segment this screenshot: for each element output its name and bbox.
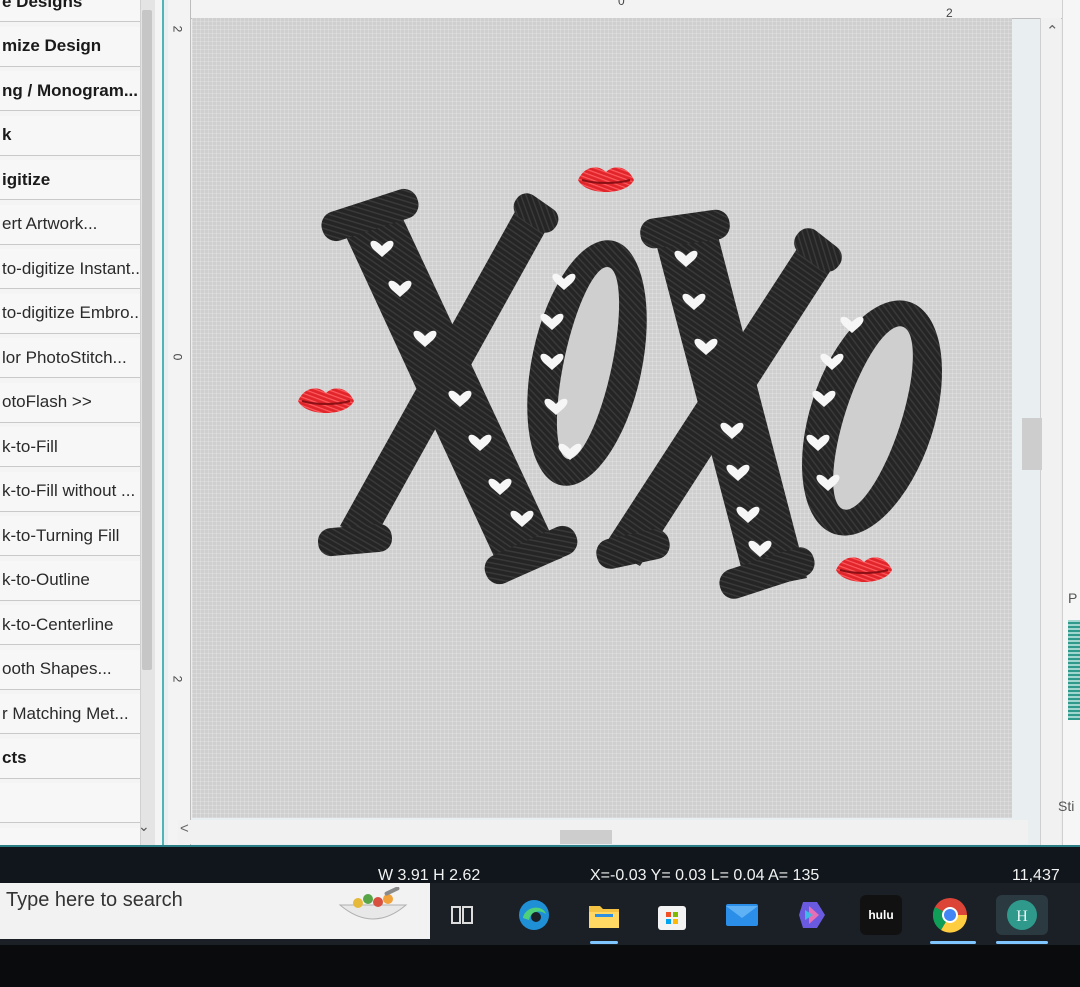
hatch-embroidery-icon[interactable]: H bbox=[996, 895, 1048, 935]
ruler-label-0-left: 0 bbox=[170, 353, 185, 361]
file-explorer-icon[interactable] bbox=[584, 895, 624, 935]
sidebar-command-item[interactable]: mize Design bbox=[0, 26, 150, 67]
status-bar: W 3.91 H 2.62 X=-0.03 Y= 0.03 L= 0.04 A=… bbox=[0, 845, 1080, 885]
embroidery-app-window: e Designs mize Design ng / Monogram... k igi… bbox=[0, 0, 1080, 845]
canvas-vertical-scrollbar[interactable] bbox=[1040, 18, 1061, 845]
sidebar-command-item[interactable]: to-digitize Embro... bbox=[0, 293, 150, 334]
lips-motif-top bbox=[577, 166, 635, 193]
hulu-label: hulu bbox=[868, 908, 894, 922]
sidebar-command-item[interactable]: k bbox=[0, 115, 150, 156]
ruler-label-0: 0 bbox=[618, 0, 625, 8]
sidebar-command-item[interactable]: k-to-Fill without ... bbox=[0, 471, 150, 512]
microsoft-store-icon[interactable] bbox=[652, 895, 692, 935]
running-app-indicator-hatch bbox=[996, 941, 1048, 944]
sidebar-command-item[interactable]: e Designs bbox=[0, 0, 150, 22]
sidebar-scroll-thumb[interactable] bbox=[142, 10, 152, 670]
hulu-app-icon[interactable]: hulu bbox=[860, 895, 902, 935]
taskbar-search-box[interactable]: Type here to search bbox=[0, 883, 430, 939]
design-canvas[interactable] bbox=[192, 18, 1012, 818]
sidebar-command-item[interactable]: k-to-Outline bbox=[0, 560, 150, 601]
sidebar-command-item[interactable]: cts bbox=[0, 738, 150, 779]
sidebar-command-item[interactable]: r Matching Met... bbox=[0, 694, 150, 734]
sidebar-command-item[interactable]: k-to-Fill bbox=[0, 427, 150, 467]
sidebar-command-item[interactable]: k-to-Centerline bbox=[0, 605, 150, 645]
sidebar-command-item[interactable] bbox=[0, 827, 150, 845]
letter-o-1 bbox=[527, 240, 647, 486]
ruler-label-2-top: 2 bbox=[170, 25, 185, 33]
svg-text:H: H bbox=[1016, 908, 1028, 925]
thread-color-swatch[interactable] bbox=[1068, 620, 1080, 720]
chrome-browser-icon[interactable] bbox=[930, 895, 970, 935]
edge-browser-icon[interactable] bbox=[514, 895, 554, 935]
canvas-horizontal-scroll-thumb[interactable] bbox=[560, 830, 612, 844]
lips-motif-left bbox=[297, 387, 355, 414]
right-panel-label-top: P bbox=[1068, 590, 1078, 606]
running-app-indicator-chrome bbox=[930, 941, 976, 944]
search-placeholder: Type here to search bbox=[6, 889, 183, 911]
horizontal-ruler: 0 2 bbox=[190, 0, 1080, 20]
sidebar-command-item[interactable]: ooth Shapes... bbox=[0, 649, 150, 690]
sidebar-command-item[interactable]: igitize bbox=[0, 160, 150, 200]
copilot-icon[interactable] bbox=[792, 895, 832, 935]
active-app-indicator bbox=[590, 941, 618, 944]
sidebar-command-item[interactable]: otoFlash >> bbox=[0, 382, 150, 423]
scroll-up-icon[interactable]: ⌃ bbox=[1046, 22, 1059, 40]
sidebar-command-item[interactable]: k-to-Turning Fill bbox=[0, 516, 150, 556]
chevron-down-icon[interactable]: ⌄ bbox=[138, 818, 150, 835]
sidebar-command-item[interactable]: to-digitize Instant... bbox=[0, 249, 150, 289]
sidebar-command-item[interactable]: ng / Monogram... bbox=[0, 71, 150, 111]
lips-motif-bottom bbox=[835, 556, 893, 583]
monitor-bezel bbox=[0, 945, 1080, 987]
scroll-left-icon[interactable]: < bbox=[180, 820, 189, 837]
sidebar-command-item[interactable] bbox=[0, 783, 150, 823]
canvas-vertical-scroll-thumb[interactable] bbox=[1022, 418, 1042, 470]
sidebar-command-item[interactable]: lor PhotoStitch... bbox=[0, 338, 150, 378]
letter-o-2 bbox=[802, 300, 942, 536]
ruler-label-2-bottom: 2 bbox=[170, 675, 185, 683]
search-highlight-bowl-icon bbox=[338, 887, 408, 920]
task-view-icon[interactable] bbox=[442, 895, 482, 935]
xoxo-embroidery-design[interactable] bbox=[192, 18, 1012, 818]
vertical-ruler: 2 0 2 bbox=[168, 0, 191, 845]
sidebar-command-item[interactable]: ert Artwork... bbox=[0, 204, 150, 245]
right-panel-label-bottom: Sti bbox=[1058, 798, 1075, 814]
mail-icon[interactable] bbox=[722, 895, 762, 935]
